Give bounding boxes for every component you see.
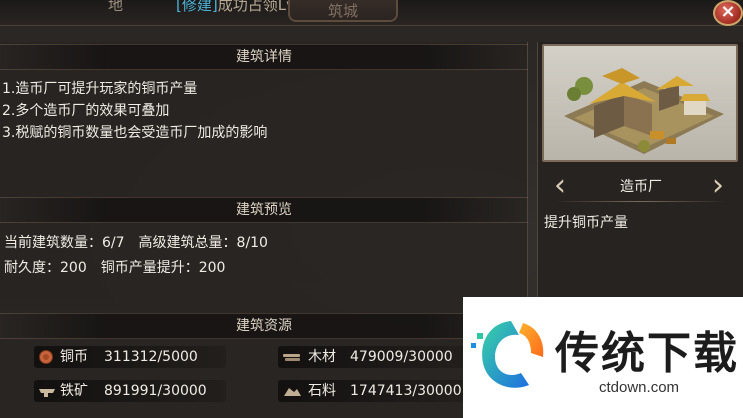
resource-wood: 木材 479009/30000: [278, 346, 468, 368]
resource-value: 311312/5000: [104, 349, 198, 365]
close-button[interactable]: ×: [713, 0, 743, 26]
building-description: 提升铜币产量: [544, 215, 628, 231]
prev-building-arrow[interactable]: ‹: [548, 171, 572, 202]
building-preview-image: [542, 44, 738, 162]
watermark-url: ctdown.com: [599, 379, 680, 396]
top-bar: 地 [修建]成功占领Lv.7土地 筑城 ×: [0, 0, 743, 26]
resource-value: 891991/30000: [104, 383, 207, 399]
top-left-text: 地: [108, 0, 124, 14]
section-header-resources: 建筑资源: [0, 313, 528, 339]
detail-line: 3.税赋的铜币数量也会受造币厂加成的影响: [2, 125, 268, 141]
ctdown-logo-icon: [471, 321, 544, 388]
resource-label: 铁矿: [60, 383, 88, 399]
copper-boost-value: 铜币产量提升：200: [100, 260, 226, 276]
mint-building-illustration: [564, 68, 724, 154]
watermark-title: 传统下载: [555, 328, 739, 379]
main-panel: 建筑详情 1.造币厂可提升玩家的铜币产量 2.多个造币厂的效果可叠加 3.税赋的…: [0, 42, 528, 418]
iron-ore-icon: [39, 389, 55, 397]
resource-value: 1747413/30000: [350, 383, 462, 399]
section-header-preview: 建筑预览: [0, 197, 528, 223]
current-building-count: 当前建筑数量：6/7: [4, 235, 125, 251]
resource-value: 479009/30000: [350, 349, 453, 365]
copper-coin-icon: [39, 350, 53, 364]
building-name: 造币厂: [620, 179, 662, 195]
tab-build-city[interactable]: 筑城: [288, 0, 398, 22]
resource-label: 石料: [308, 383, 336, 399]
watermark-logo: 传统下载 ctdown.com: [463, 297, 743, 418]
event-tag: [修建]: [176, 0, 218, 14]
wood-icon: [283, 354, 300, 361]
resource-stone: 石料 1747413/30000: [278, 380, 468, 402]
preview-stats-row: 耐久度：200 铜币产量提升：200: [4, 257, 239, 277]
durability-value: 耐久度：200: [4, 260, 87, 276]
resource-label: 木材: [308, 349, 336, 365]
resource-label: 铜币: [60, 349, 88, 365]
advanced-building-total: 高级建筑总量：8/10: [138, 235, 268, 251]
detail-line: 2.多个造币厂的效果可叠加: [2, 103, 170, 119]
detail-line: 1.造币厂可提升玩家的铜币产量: [2, 81, 198, 97]
resource-iron: 铁矿 891991/30000: [34, 380, 226, 402]
stone-icon: [284, 388, 301, 396]
preview-stats-row: 当前建筑数量：6/7 高级建筑总量：8/10: [4, 232, 282, 252]
game-dialog: 地 [修建]成功占领Lv.7土地 筑城 × 建筑详情 1.造币厂可提升玩家的铜币…: [0, 0, 743, 418]
resource-copper: 铜币 311312/5000: [34, 346, 226, 368]
next-building-arrow[interactable]: ›: [706, 171, 730, 202]
section-header-details: 建筑详情: [0, 44, 528, 70]
divider: [554, 201, 726, 202]
